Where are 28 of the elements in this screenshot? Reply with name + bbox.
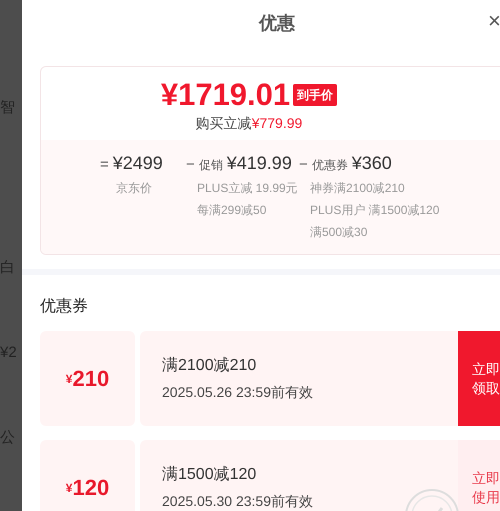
breakdown-amount: ¥360 bbox=[352, 152, 392, 175]
breakdown-amount: ¥2499 bbox=[112, 152, 163, 175]
final-price: ¥1719.01 bbox=[160, 79, 290, 110]
coupon-condition: 满2100减210 bbox=[162, 356, 256, 376]
close-button[interactable]: × bbox=[488, 10, 500, 32]
coupon-validity: 2025.05.30 23:59前有效 bbox=[162, 492, 313, 511]
coupon-value: ¥210 bbox=[40, 331, 135, 426]
breakdown-note: 每满299减50 bbox=[196, 202, 268, 219]
coupon-validity: 2025.05.26 23:59前有效 bbox=[162, 383, 313, 402]
operator: − bbox=[186, 155, 195, 175]
claim-button[interactable]: 立即 领取 bbox=[458, 331, 500, 426]
section-heading: 优惠券 bbox=[40, 296, 88, 317]
breakdown-note: PLUS用户 满1500减120 bbox=[309, 202, 440, 219]
sheet-title: 优惠 bbox=[259, 12, 295, 34]
breakdown-note: 神券满2100减210 bbox=[309, 180, 406, 197]
breakdown-label: 优惠券 bbox=[312, 157, 348, 174]
breakdown-note: 满500减30 bbox=[309, 224, 368, 241]
final-price-badge: 到手价 bbox=[293, 84, 338, 106]
breakdown-amount: ¥419.99 bbox=[226, 152, 292, 175]
operator: − bbox=[299, 155, 308, 175]
breakdown-note: PLUS立减 19.99元 bbox=[196, 180, 299, 197]
operator: = bbox=[100, 155, 109, 175]
coupon-value: ¥120 bbox=[40, 440, 135, 511]
breakdown-note: 京东价 bbox=[115, 180, 153, 197]
coupon-condition: 满1500减120 bbox=[162, 464, 256, 485]
breakdown-label: 促销 bbox=[198, 157, 223, 174]
use-button[interactable]: 立即 使用 bbox=[458, 440, 500, 511]
saving-text: 购买立减¥779.99 bbox=[196, 114, 302, 133]
